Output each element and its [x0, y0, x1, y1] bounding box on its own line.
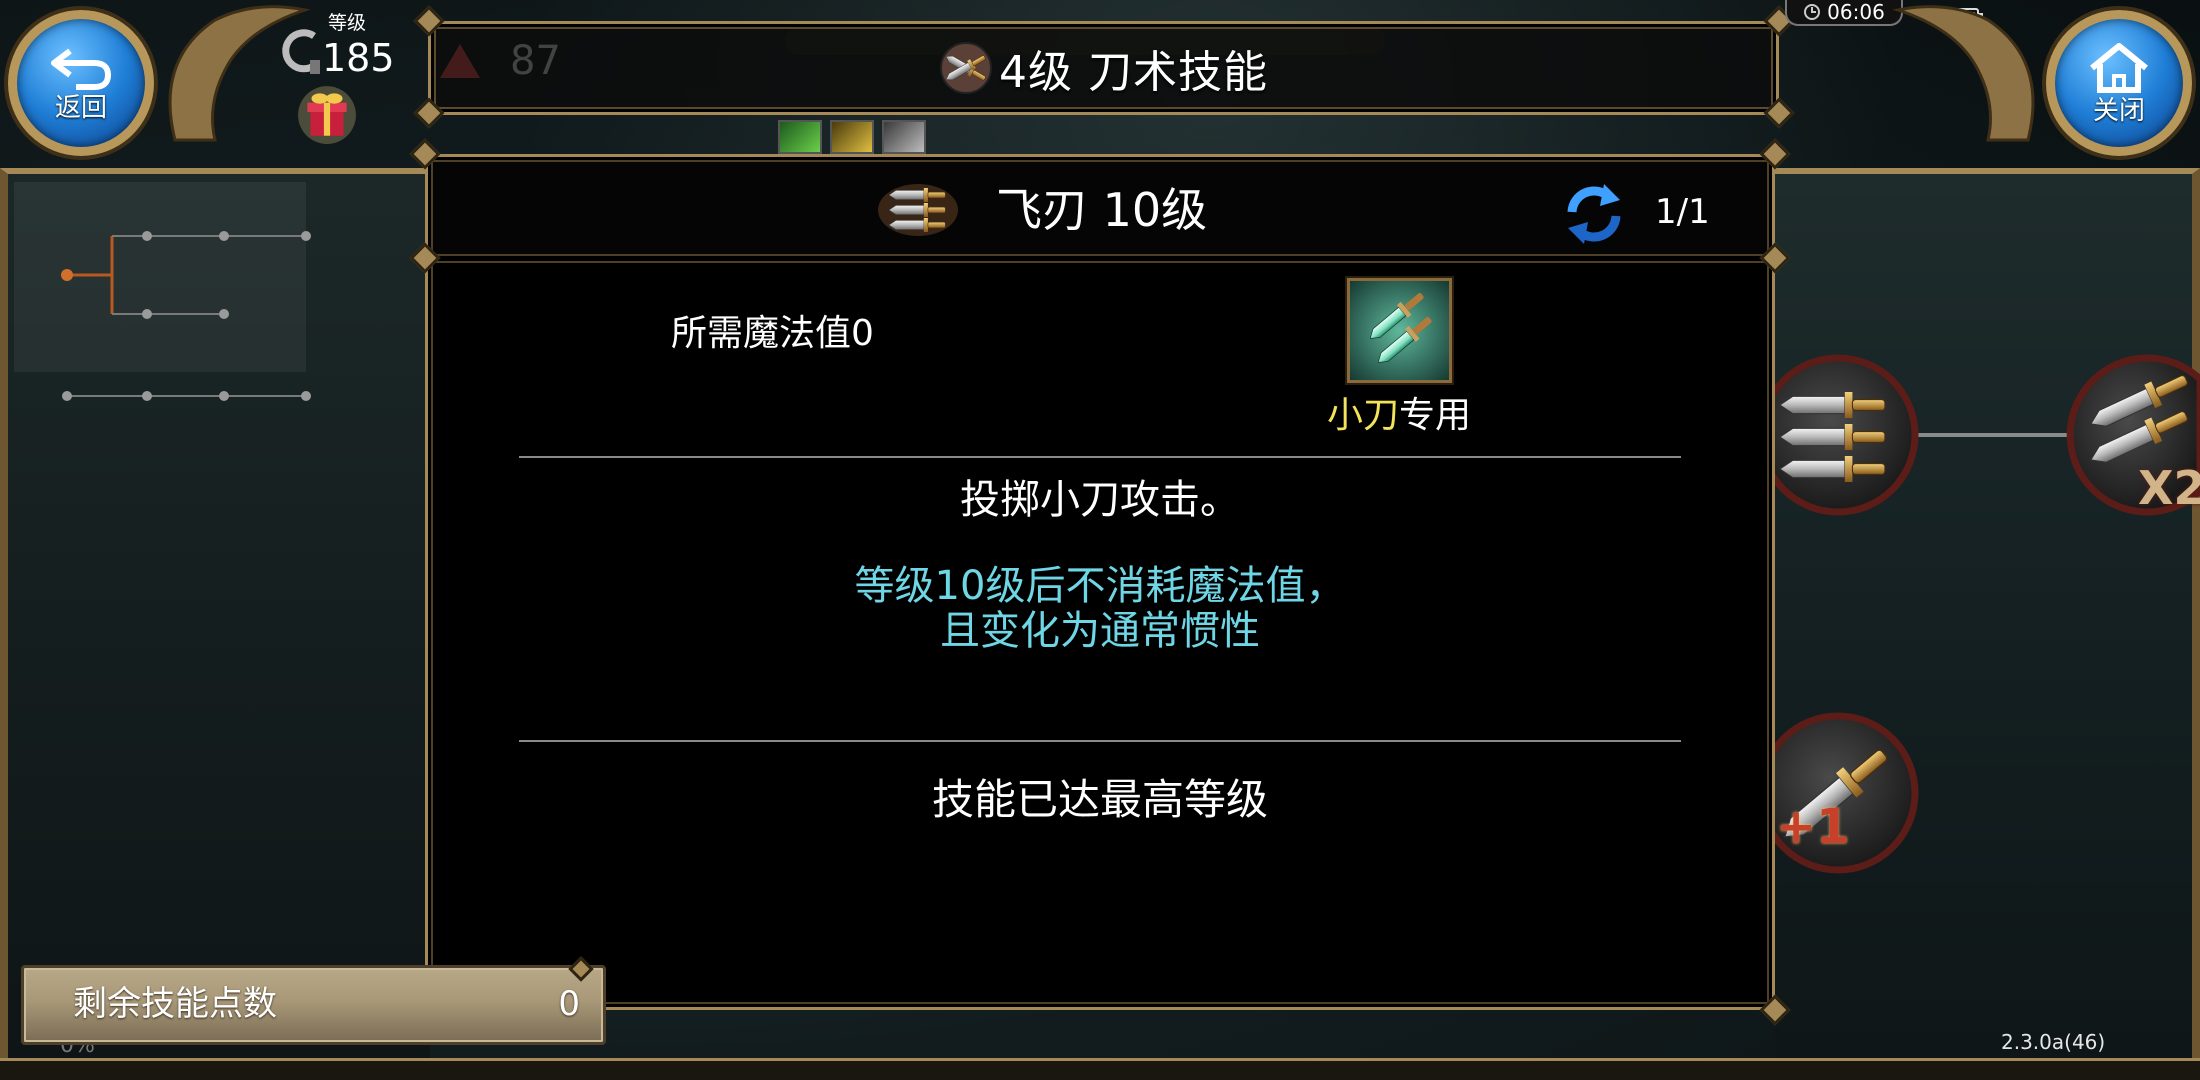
gift-bow — [325, 93, 343, 104]
game-screen: X2 +1 87 4级 刀术技能 返回 等级 185 06:06 关闭 飞刃 1… — [0, 0, 2200, 1080]
back-button[interactable]: 返回 — [8, 10, 154, 156]
gold-ornament — [1892, 5, 2035, 142]
bottom-frame — [0, 1058, 2200, 1080]
skill-icon-frame — [1347, 278, 1452, 383]
category-tabs — [778, 120, 926, 154]
level-label: 等级 — [328, 12, 367, 34]
level-value: 185 — [322, 36, 395, 80]
skill-node-triple-knife[interactable] — [1757, 354, 1919, 516]
mp-cost: 所需魔法值0 — [671, 313, 874, 354]
tree-node[interactable] — [142, 231, 152, 241]
version-label: 2.3.0a(46) — [2001, 1030, 2106, 1054]
skill-knife-icon — [1350, 281, 1449, 380]
flying-knives-icon — [878, 184, 958, 236]
tree-node[interactable] — [62, 391, 72, 401]
skill-points-value: 0 — [558, 984, 580, 1024]
tab-category-yellow[interactable] — [830, 120, 874, 154]
skill-bonus-line: 且变化为通常惯性 — [940, 608, 1260, 654]
skill-icon-bg — [1350, 281, 1449, 380]
tree-node[interactable] — [219, 391, 229, 401]
node-badge-x2: X2 — [2138, 462, 2200, 514]
tree-node[interactable] — [301, 391, 311, 401]
refresh-arrowhead — [1568, 222, 1588, 244]
skill-status: 技能已达最高等级 — [931, 775, 1268, 824]
page-title: 4级 刀术技能 — [999, 47, 1268, 98]
tree-node[interactable] — [219, 309, 229, 319]
level-sickle-icon — [282, 29, 320, 74]
refresh-arrowhead — [1600, 184, 1620, 206]
skill-bonus-line: 等级10级后不消耗魔法值， — [854, 563, 1346, 609]
tab-category-gray[interactable] — [882, 120, 926, 154]
tree-highlight — [14, 182, 306, 372]
gift-ribbon — [323, 102, 331, 136]
tree-node[interactable] — [142, 391, 152, 401]
tree-node[interactable] — [142, 309, 152, 319]
skill-points-label: 剩余技能点数 — [73, 984, 277, 1024]
arrow-body — [56, 60, 112, 90]
title-content: 4级 刀术技能 — [428, 21, 1779, 115]
tab-category-green[interactable] — [778, 120, 822, 154]
divider — [519, 740, 1681, 742]
crossed-knives-icon — [940, 42, 992, 94]
skill-description: 投掷小刀攻击。 — [960, 477, 1240, 523]
refresh-icon[interactable] — [1562, 182, 1626, 246]
skill-name: 飞刃 10级 — [996, 183, 1208, 237]
weapon-requirement: 小刀专用 — [1289, 394, 1509, 438]
tree-node[interactable] — [219, 231, 229, 241]
clock-time: 06:06 — [1827, 0, 1885, 24]
clock-hands — [1811, 7, 1817, 13]
divider — [519, 456, 1681, 458]
tree-node-current[interactable] — [61, 269, 73, 281]
gift-bow — [311, 93, 329, 104]
node-badge-plus1: +1 — [1776, 799, 1850, 855]
ornament-curl — [1892, 5, 2035, 142]
gift-icon[interactable] — [296, 82, 358, 144]
home-icon — [2090, 43, 2148, 93]
weapon-name: 小刀 — [1326, 395, 1399, 436]
clock-icon — [1804, 4, 1821, 20]
page-indicator: 1/1 — [1655, 192, 1710, 232]
sickle-handle — [310, 60, 320, 74]
close-label: 关闭 — [2092, 96, 2145, 126]
back-label: 返回 — [54, 93, 107, 123]
skill-tree-graph — [14, 182, 311, 401]
close-button[interactable]: 关闭 — [2046, 10, 2192, 156]
weapon-suffix: 专用 — [1399, 395, 1472, 436]
tree-node[interactable] — [301, 231, 311, 241]
back-arrow-icon — [51, 48, 112, 90]
